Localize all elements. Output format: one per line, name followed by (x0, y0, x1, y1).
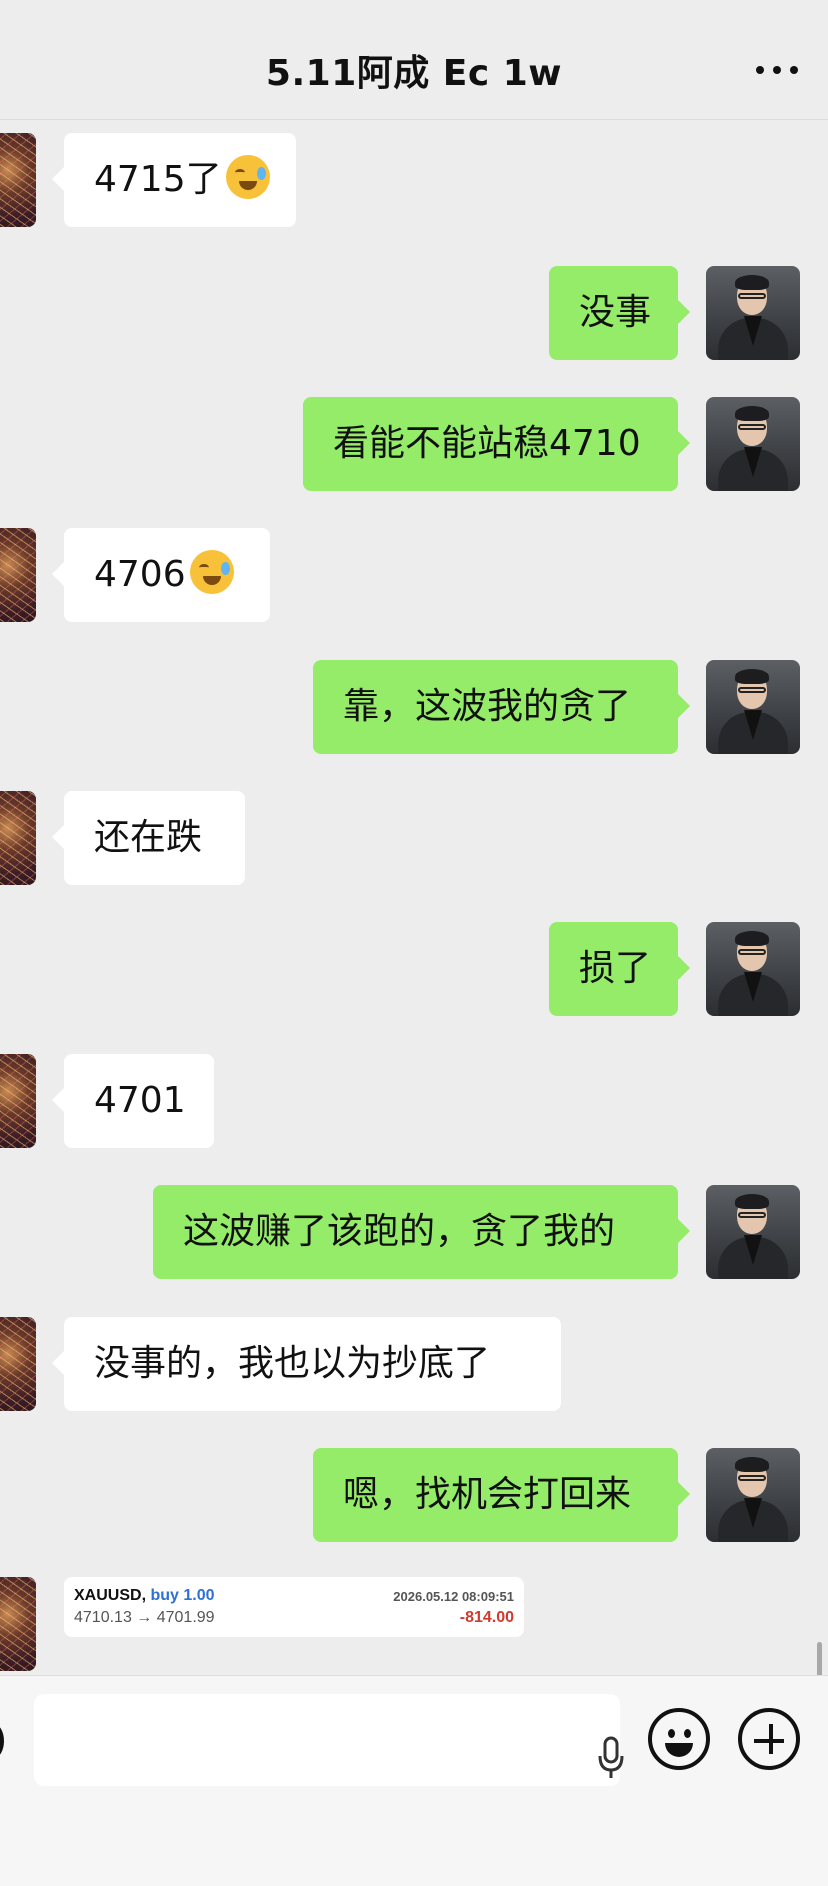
input-bar (0, 1675, 828, 1886)
message-text: 4701 (94, 1080, 186, 1121)
emoji-icon[interactable] (648, 1708, 710, 1770)
laughing-crying-emoji-icon (225, 155, 270, 199)
contact-avatar[interactable] (0, 528, 36, 622)
laughing-crying-emoji-icon (189, 550, 234, 594)
message-text: 没事 (579, 292, 652, 333)
message-text: 靠，这波我的贪了 (343, 686, 632, 727)
message-text: 4715了 (94, 159, 222, 200)
message-bubble-outgoing[interactable]: 没事 (549, 266, 690, 360)
my-avatar[interactable] (706, 660, 800, 754)
message-text: 看能不能站稳4710 (333, 423, 641, 464)
trade-symbol: XAUUSD, (74, 1587, 147, 1604)
contact-avatar[interactable] (0, 1054, 36, 1148)
contact-avatar[interactable] (0, 133, 36, 227)
message-bubble-incoming[interactable]: 4706 (52, 528, 270, 622)
contact-avatar[interactable] (0, 1577, 36, 1671)
message-bubble-incoming[interactable]: 还在跌 (52, 791, 245, 885)
my-avatar[interactable] (706, 397, 800, 491)
message-list[interactable]: 4715了 没事 看能不能站稳4710 4706 靠，这波我的贪了 还在跌 损了… (0, 120, 828, 1675)
trade-direction: buy 1.00 (150, 1587, 215, 1604)
contact-avatar[interactable] (0, 791, 36, 885)
trade-pnl: -814.00 (459, 1609, 514, 1626)
message-text: 还在跌 (94, 817, 203, 858)
trade-prices: 4710.13 → 4701.99 (74, 1609, 215, 1626)
message-bubble-incoming[interactable]: 4701 (52, 1054, 214, 1148)
voice-toggle-icon[interactable] (0, 1724, 4, 1758)
my-avatar[interactable] (706, 1448, 800, 1542)
message-bubble-outgoing[interactable]: 看能不能站稳4710 (303, 397, 690, 491)
my-avatar[interactable] (706, 266, 800, 360)
message-text: 没事的，我也以为抄底了 (94, 1343, 491, 1384)
chat-header: 5.11阿成 Ec 1w (0, 0, 828, 120)
message-text: 嗯，找机会打回来 (343, 1474, 632, 1515)
message-text: 损了 (579, 948, 652, 989)
message-bubble-outgoing[interactable]: 这波赚了该跑的，贪了我的 (153, 1185, 690, 1279)
message-input[interactable] (34, 1694, 624, 1786)
message-text: 这波赚了该跑的，贪了我的 (183, 1211, 616, 1252)
trade-timestamp: 2026.05.12 08:09:51 (393, 1588, 514, 1604)
my-avatar[interactable] (706, 922, 800, 1016)
chat-title: 5.11阿成 Ec 1w (265, 53, 563, 94)
message-bubble-outgoing[interactable]: 嗯，找机会打回来 (313, 1448, 690, 1542)
my-avatar[interactable] (706, 1185, 800, 1279)
scrollbar[interactable] (817, 1642, 822, 1675)
plus-icon[interactable] (738, 1708, 800, 1770)
message-bubble-incoming[interactable]: 没事的，我也以为抄底了 (52, 1317, 561, 1411)
contact-avatar[interactable] (0, 1317, 36, 1411)
trade-result-card[interactable]: XAUUSD, buy 1.00 2026.05.12 08:09:51 471… (64, 1577, 524, 1637)
message-bubble-outgoing[interactable]: 靠，这波我的贪了 (313, 660, 690, 754)
more-dots-icon[interactable] (756, 66, 798, 74)
message-text: 4706 (94, 554, 186, 595)
microphone-icon[interactable] (596, 1736, 626, 1780)
message-bubble-outgoing[interactable]: 损了 (549, 922, 690, 1016)
message-bubble-incoming[interactable]: 4715了 (52, 133, 296, 227)
